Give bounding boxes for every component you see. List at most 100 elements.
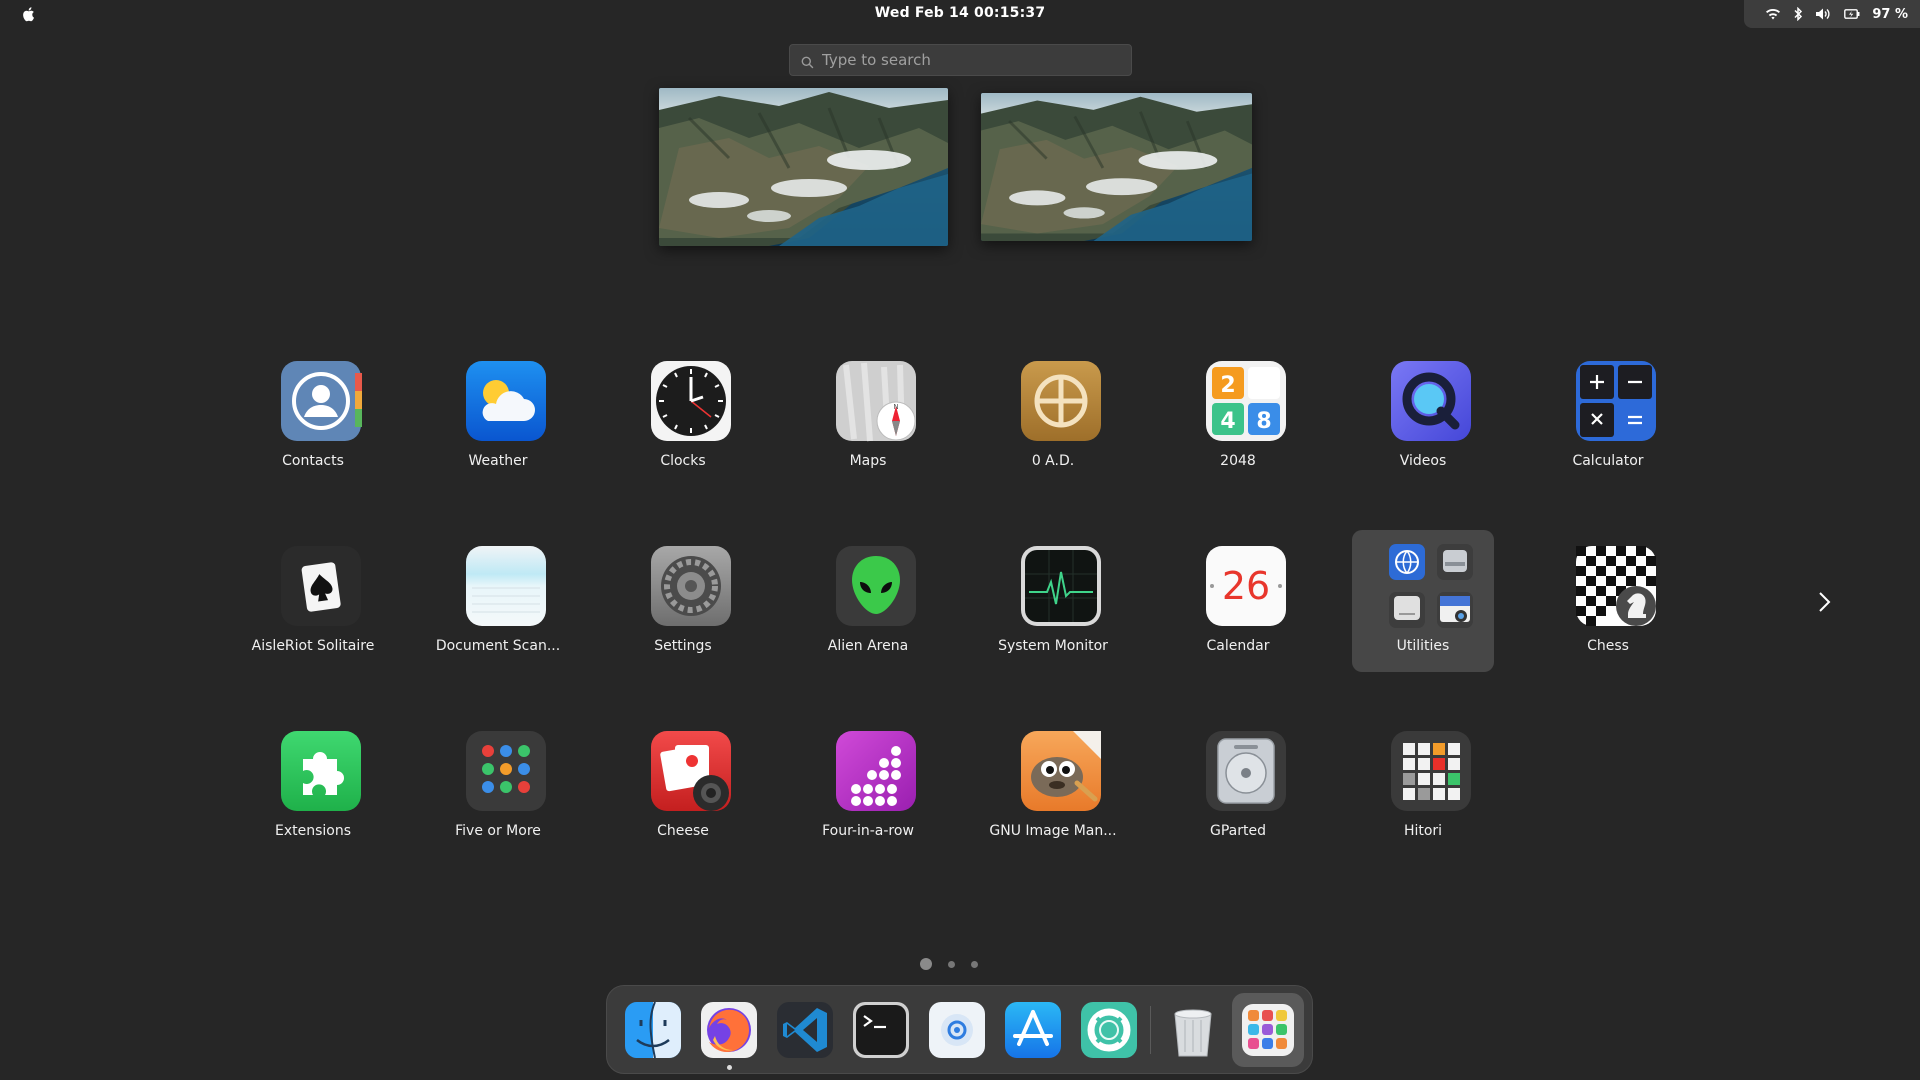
app-clocks[interactable]: Clocks: [612, 345, 754, 487]
chess-icon: [1574, 544, 1658, 628]
app-cheese[interactable]: Cheese: [612, 715, 754, 857]
page-dot-1[interactable]: [920, 958, 932, 970]
system-monitor-icon: [1019, 544, 1103, 628]
app-four-in-a-row[interactable]: Four-in-a-row: [797, 715, 939, 857]
maps-icon: N: [834, 359, 918, 443]
workspace-thumbnail-1[interactable]: [659, 88, 948, 246]
app-alien-arena[interactable]: Alien Arena: [797, 530, 939, 672]
app-label: AisleRiot Solitaire: [251, 638, 375, 654]
cheese-icon: [649, 729, 733, 813]
app-maps[interactable]: N Maps: [797, 345, 939, 487]
app-five-or-more[interactable]: Five or More: [427, 715, 569, 857]
search-input[interactable]: [822, 45, 1122, 75]
svg-text:N: N: [893, 403, 898, 411]
app-chess[interactable]: Chess: [1537, 530, 1679, 672]
app-label: Settings: [654, 638, 712, 654]
search-bar[interactable]: [789, 44, 1132, 76]
terminal-icon[interactable]: [851, 1000, 911, 1060]
app-label: 2048: [1220, 453, 1256, 469]
svg-text:8: 8: [1256, 409, 1271, 434]
finder-icon[interactable]: [623, 1000, 683, 1060]
0ad-icon: [1019, 359, 1103, 443]
clock[interactable]: Wed Feb 14 00:15:37: [0, 5, 1920, 21]
folder-utilities[interactable]: Utilities: [1352, 530, 1494, 672]
solitaire-icon: [279, 544, 363, 628]
firefox-icon[interactable]: [699, 1000, 759, 1060]
app-label: Contacts: [282, 453, 344, 469]
alien-arena-icon: [834, 544, 918, 628]
vscode-icon[interactable]: [775, 1000, 835, 1060]
app-extensions[interactable]: Extensions: [242, 715, 384, 857]
running-indicator: [727, 1065, 732, 1070]
app-label: Maps: [849, 453, 887, 469]
app-label: Alien Arena: [827, 638, 909, 654]
battery-icon: [1844, 8, 1860, 20]
hitori-icon: [1389, 729, 1473, 813]
app-store-icon[interactable]: [1003, 1000, 1063, 1060]
app-label: Five or More: [455, 823, 541, 839]
calculator-icon: [1574, 359, 1658, 443]
app-document-scanner[interactable]: Document Scan...: [427, 530, 569, 672]
next-page-arrow-icon[interactable]: [1812, 588, 1836, 616]
page-dot-3[interactable]: [971, 960, 978, 968]
app-calculator[interactable]: Calculator: [1537, 345, 1679, 487]
five-or-more-icon: [464, 729, 548, 813]
four-in-a-row-icon: [834, 729, 918, 813]
app-weather[interactable]: Weather: [427, 345, 569, 487]
app-aisleriot-solitaire[interactable]: AisleRiot Solitaire: [242, 530, 384, 672]
dock: [606, 985, 1313, 1074]
trash-icon[interactable]: [1163, 1000, 1223, 1060]
app-videos[interactable]: Videos: [1352, 345, 1494, 487]
volume-icon: [1815, 7, 1832, 21]
battery-percentage: 97 %: [1872, 6, 1908, 22]
extensions-icon: [279, 729, 363, 813]
app-0ad[interactable]: 0 A.D.: [982, 345, 1124, 487]
app-label: Cheese: [657, 823, 709, 839]
app-label: System Monitor: [998, 638, 1108, 654]
app-hitori[interactable]: Hitori: [1352, 715, 1494, 857]
app-label: Four-in-a-row: [822, 823, 914, 839]
page-indicator: [920, 958, 978, 970]
clocks-icon: [649, 359, 733, 443]
settings-icon: [649, 544, 733, 628]
app-label: Extensions: [274, 823, 352, 839]
wifi-icon: [1765, 7, 1781, 21]
app-calendar[interactable]: 26 Calendar: [1167, 530, 1309, 672]
utilities-folder-icon: [1389, 544, 1473, 628]
app-label: Videos: [1399, 453, 1447, 469]
app-label: Utilities: [1396, 638, 1450, 654]
app-label: Calculator: [1572, 453, 1644, 469]
app-label: Clocks: [660, 453, 706, 469]
app-label: Weather: [468, 453, 528, 469]
app-2048[interactable]: 2 48 2048: [1167, 345, 1309, 487]
app-gimp[interactable]: GNU Image Man...: [982, 715, 1124, 857]
svg-text:4: 4: [1220, 409, 1235, 434]
2048-icon: 2 48: [1204, 359, 1288, 443]
app-label: Document Scan...: [435, 638, 561, 654]
app-label: GNU Image Man...: [989, 823, 1117, 839]
app-label: Calendar: [1206, 638, 1270, 654]
app-grid-icon[interactable]: [1238, 1000, 1298, 1060]
videos-icon: [1389, 359, 1473, 443]
app-gparted[interactable]: GParted: [1167, 715, 1309, 857]
svg-text:2: 2: [1220, 373, 1235, 398]
top-bar: Wed Feb 14 00:15:37 97 %: [0, 0, 1920, 28]
contacts-icon: [279, 359, 363, 443]
calendar-icon: 26: [1204, 544, 1288, 628]
mail-icon[interactable]: [927, 1000, 987, 1060]
system-tray[interactable]: 97 %: [1744, 0, 1920, 28]
document-scanner-icon: [464, 544, 548, 628]
dock-separator: [1150, 1006, 1151, 1054]
app-label: Hitori: [1403, 823, 1443, 839]
gparted-icon: [1204, 729, 1288, 813]
app-system-monitor[interactable]: System Monitor: [982, 530, 1124, 672]
help-icon[interactable]: [1079, 1000, 1139, 1060]
gimp-icon: [1019, 729, 1103, 813]
app-label: Chess: [1587, 638, 1629, 654]
app-settings[interactable]: Settings: [612, 530, 754, 672]
app-label: GParted: [1210, 823, 1266, 839]
workspace-thumbnail-2[interactable]: [981, 93, 1252, 241]
page-dot-2[interactable]: [948, 960, 955, 968]
weather-icon: [464, 359, 548, 443]
app-contacts[interactable]: Contacts: [242, 345, 384, 487]
